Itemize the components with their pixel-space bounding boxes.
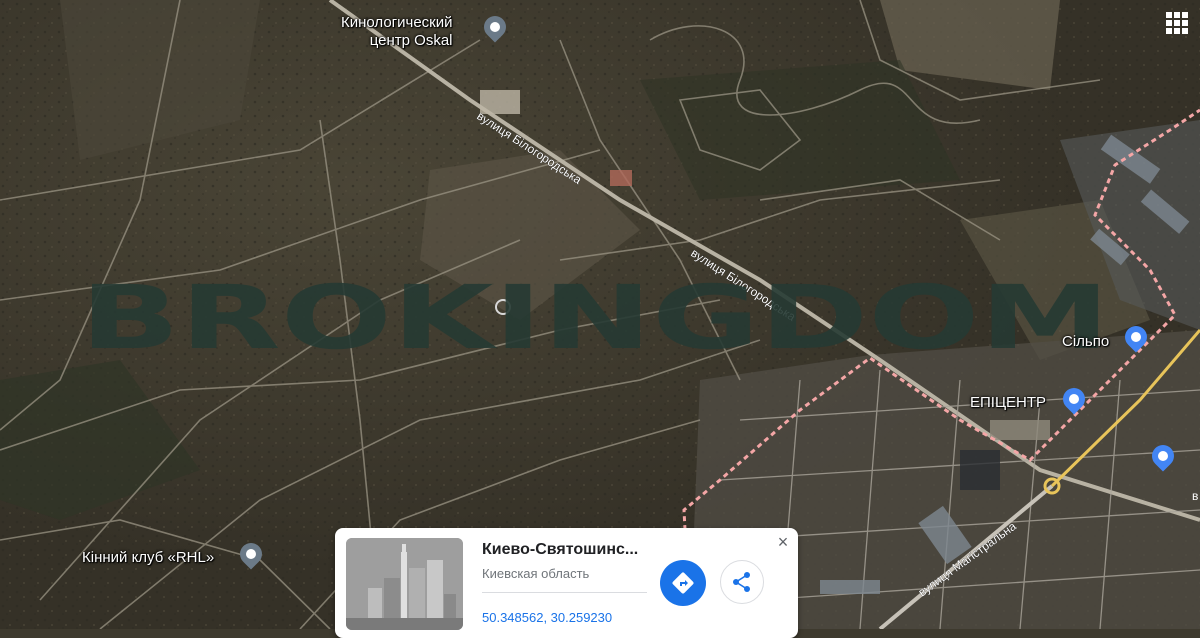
place-thumbnail[interactable] (346, 538, 463, 630)
place-label-rhl[interactable]: Кінний клуб «RHL» (82, 549, 214, 566)
divider (482, 592, 647, 593)
road-label-edge: в (1192, 489, 1198, 503)
place-info-card: Киево-Святошинс... Киевская область 50.3… (335, 528, 798, 638)
close-button[interactable]: × (773, 532, 793, 552)
city-illustration-icon (346, 538, 463, 630)
place-subtitle: Киевская область (482, 566, 590, 581)
coordinates-link[interactable]: 50.348562, 30.259230 (482, 610, 612, 625)
directions-icon (672, 572, 694, 594)
place-label-silpo[interactable]: Сільпо (1062, 333, 1109, 350)
place-label-kinolog[interactable]: Кинологический центр Oskal (341, 14, 453, 50)
share-button[interactable] (720, 560, 764, 604)
apps-grid-icon[interactable] (1166, 12, 1188, 34)
watermark-logo: BROKINGDOM (80, 276, 1110, 356)
place-label-epicentr[interactable]: ЕПІЦЕНТР (970, 394, 1046, 411)
directions-button[interactable] (660, 560, 706, 606)
place-title: Киево-Святошинс... (482, 541, 639, 558)
share-icon (733, 572, 750, 592)
svg-text:BROKINGDOM: BROKINGDOM (80, 276, 1110, 356)
